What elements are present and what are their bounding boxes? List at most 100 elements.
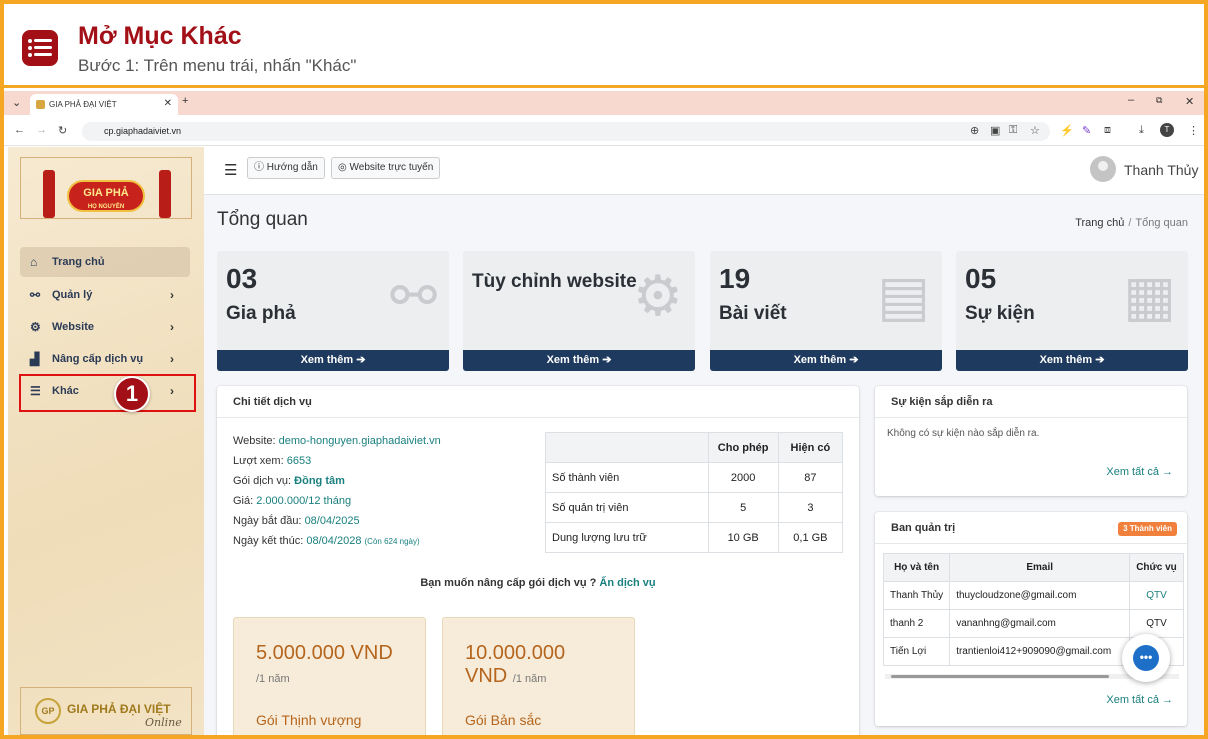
tab-list-icon[interactable]: ⌄	[12, 96, 21, 109]
footer-logo-badge: GP	[35, 698, 61, 724]
start-date-row: Ngày bắt đầu: 08/04/2025	[233, 515, 360, 527]
see-all-events-link[interactable]: Xem tất cả →	[1106, 466, 1173, 478]
sitemap-icon: ⚯	[390, 264, 437, 327]
plan-price: 5.000.000 VND/1 năm	[256, 642, 393, 688]
plan-name: Gói Thịnh vượng	[256, 712, 362, 728]
chevron-right-icon: ›	[170, 288, 174, 302]
sidebar-item-upgrade[interactable]: ▟ Nâng cấp dịch vụ ›	[20, 344, 190, 374]
key-icon[interactable]: ⚿	[1009, 124, 1017, 137]
chat-icon: •••	[1133, 645, 1159, 671]
footer-logo-text: GIA PHẢ ĐẠI VIỆT	[67, 702, 171, 716]
plan-name: Gói Bản sắc	[465, 712, 542, 728]
website-online-button[interactable]: ◎ Website trực tuyến	[331, 157, 441, 179]
info-icon: ⓘ	[254, 162, 264, 173]
stat-more-link[interactable]: Xem thêm ➔	[956, 350, 1188, 371]
end-date-label: Ngày kết thúc:	[233, 535, 304, 547]
table-header-row: Cho phép Hiện có	[545, 432, 844, 463]
table-cell: 10 GB	[707, 522, 779, 553]
url-field[interactable]: cp.giaphadaiviet.vn	[82, 122, 1050, 141]
start-date-label: Ngày bắt đầu:	[233, 515, 302, 527]
stat-number: 05	[965, 263, 997, 294]
see-all-label: Xem tất cả	[1106, 694, 1159, 706]
tab-title: GIA PHẢ ĐẠI VIỆT	[49, 100, 117, 109]
table-row: Thanh Thủy thuycloudzone@gmail.com QTV	[882, 581, 1184, 610]
scrollbar-thumb[interactable]	[891, 675, 1109, 678]
forward-icon[interactable]: →	[36, 124, 47, 136]
chat-support-button[interactable]: •••	[1122, 634, 1170, 682]
reload-icon[interactable]: ↻	[58, 124, 67, 137]
website-row: Website: demo-honguyen.giaphadaiviet.vn	[233, 435, 441, 447]
guide-button[interactable]: ⓘ Hướng dẫn	[247, 157, 325, 179]
arrow-right-icon: →	[1162, 694, 1173, 706]
table-header-row: Họ và tên Email Chức vụ	[882, 553, 1184, 582]
close-tab-icon[interactable]: ✕	[164, 98, 172, 109]
pen-icon[interactable]: ✎	[1082, 124, 1091, 137]
see-all-admins-link[interactable]: Xem tất cả →	[1106, 694, 1173, 706]
guide-label: Hướng dẫn	[266, 162, 318, 173]
star-icon[interactable]: ☆	[1030, 124, 1040, 137]
sidebar-item-label: Trang chủ	[52, 256, 105, 268]
stat-more-link[interactable]: Xem thêm ➔	[463, 350, 695, 371]
lantern-right-icon	[159, 170, 171, 218]
website-link[interactable]: demo-honguyen.giaphadaiviet.vn	[279, 435, 441, 447]
card-title: Sự kiện sắp diễn ra	[875, 386, 1187, 418]
upgrade-link[interactable]: Ấn dịch vụ	[599, 577, 655, 589]
gears-icon: ⚙	[632, 264, 683, 327]
table-cell: 2000	[707, 462, 779, 493]
footer-logo: GP GIA PHẢ ĐẠI VIỆT Online	[20, 687, 192, 735]
plan-card[interactable]: 10.000.000 VND /1 năm Gói Bản sắc	[442, 617, 635, 735]
sitemap-icon: ⚯	[30, 288, 41, 302]
list-icon	[22, 30, 58, 66]
end-date-row: Ngày kết thúc: 08/04/2028 (Còn 624 ngày)	[233, 535, 420, 547]
hamburger-icon[interactable]: ☰	[224, 161, 237, 179]
sidebar-item-manage[interactable]: ⚯ Quản lý ›	[20, 280, 190, 310]
plan-card[interactable]: 5.000.000 VND/1 năm Gói Thịnh vượng	[233, 617, 426, 735]
new-tab-icon[interactable]: +	[182, 95, 188, 107]
browser-tab[interactable]: GIA PHẢ ĐẠI VIỆT ✕	[30, 94, 178, 115]
chart-icon: ▟	[30, 352, 40, 366]
zoom-icon[interactable]: ⊕	[970, 124, 979, 137]
stat-more-link[interactable]: Xem thêm ➔	[710, 350, 942, 371]
stat-box-customize-website: ⚙ Tùy chỉnh website Xem thêm ➔	[463, 251, 695, 371]
plan-period: /1 năm	[256, 673, 290, 685]
back-icon[interactable]: ←	[14, 124, 25, 136]
footer-logo-tag: Online	[145, 716, 182, 729]
member-count-badge: 3 Thành viên	[1118, 522, 1177, 536]
site-logo[interactable]: GIA PHẢ HỌ NGUYỄN	[20, 157, 192, 219]
views-row: Lượt xem: 6653	[233, 455, 311, 467]
minimize-icon[interactable]: –	[1128, 94, 1134, 106]
stat-more-link[interactable]: Xem thêm ➔	[217, 350, 449, 371]
table-cell: 87	[777, 462, 844, 493]
breadcrumb-home[interactable]: Trang chủ	[1075, 217, 1124, 229]
sidebar-item-website[interactable]: ⚙ Website ›	[20, 312, 190, 342]
package-row: Gói dịch vụ: Đồng tâm	[233, 475, 345, 487]
website-online-label: Website trực tuyến	[349, 162, 434, 173]
puzzle-icon[interactable]: ⧈	[1104, 124, 1111, 137]
close-window-icon[interactable]: ✕	[1185, 95, 1194, 108]
maximize-icon[interactable]: ⧉	[1156, 95, 1162, 106]
table-header: Họ và tên	[882, 553, 951, 582]
stat-box-posts: ▤ 19 Bài viết Xem thêm ➔	[710, 251, 942, 371]
newspaper-icon: ▤	[877, 264, 930, 327]
profile-avatar[interactable]: T	[1160, 123, 1174, 137]
cast-icon[interactable]: ▣	[990, 124, 1000, 137]
download-icon[interactable]: ⤓	[1139, 124, 1144, 137]
user-name[interactable]: Thanh Thủy	[1124, 162, 1198, 178]
price-value: 2.000.000/12 tháng	[256, 495, 352, 507]
extension-a-icon[interactable]: ⚡	[1060, 124, 1074, 137]
more-menu-icon[interactable]: ⋮	[1188, 124, 1199, 137]
table-cell: 3	[777, 492, 844, 523]
website-label: Website:	[233, 435, 276, 447]
tutorial-title: Mở Mục Khác	[78, 22, 242, 50]
table-cell: trantienloi412+909090@gmail.com	[949, 637, 1131, 666]
upgrade-text: Bạn muốn nâng cấp gói dịch vụ ?	[420, 577, 597, 589]
empty-events-text: Không có sự kiện nào sắp diễn ra.	[887, 428, 1040, 439]
arrow-right-icon: →	[1162, 466, 1173, 478]
table-cell: 5	[707, 492, 779, 523]
avatar[interactable]	[1090, 156, 1116, 182]
stat-box-family-trees: ⚯ 03 Gia phả Xem thêm ➔	[217, 251, 449, 371]
price-label: Giá:	[233, 495, 254, 507]
step-badge: 1	[114, 376, 150, 412]
breadcrumb: Trang chủ / Tổng quan	[1075, 217, 1188, 229]
sidebar-item-home[interactable]: ⌂ Trang chủ	[20, 247, 190, 277]
